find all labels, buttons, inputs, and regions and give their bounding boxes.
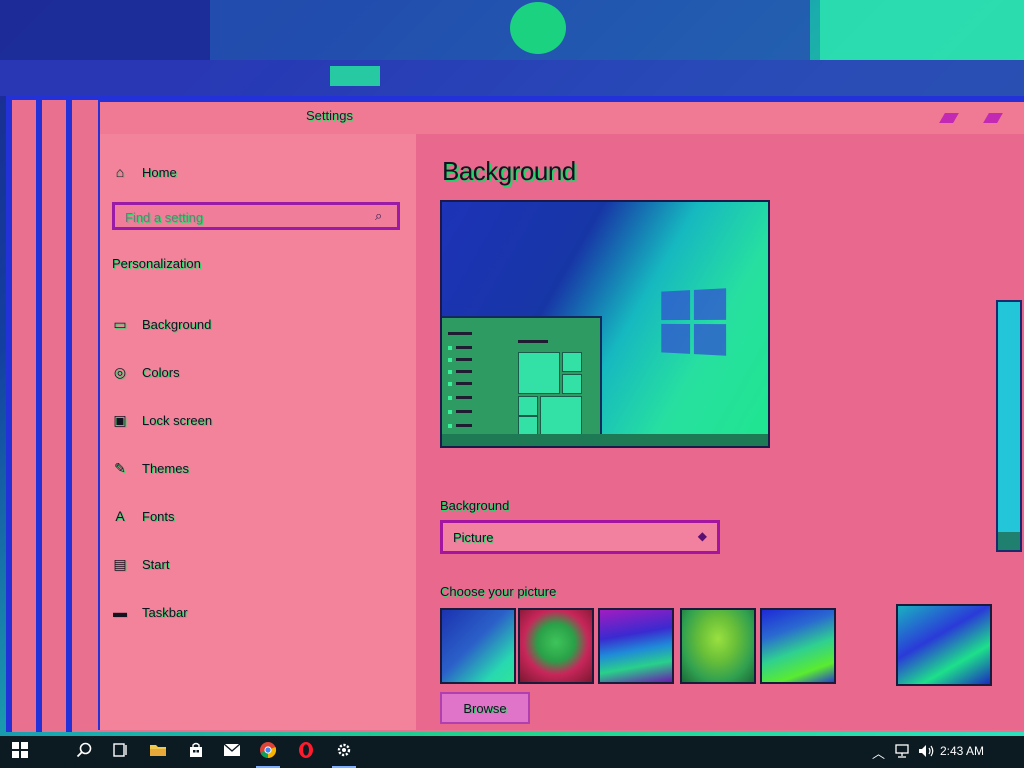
background-type-select[interactable]: Picture ◆ [440, 520, 720, 554]
sidebar-item-label: Start [142, 556, 170, 572]
sidebar-item-taskbar[interactable]: ▬ Taskbar [110, 598, 188, 626]
maximize-icon [983, 113, 1003, 123]
page-title: Background [442, 156, 576, 186]
background-type-value: Picture [453, 530, 494, 545]
search-icon[interactable]: ⌕ [375, 208, 389, 223]
picture-thumbnail[interactable] [760, 608, 836, 684]
scrollbar-thumb[interactable] [998, 532, 1020, 550]
sidebar-item-label: Home [142, 164, 177, 180]
sidebar-item-label: Lock screen [142, 412, 213, 428]
mail-button[interactable] [214, 736, 250, 768]
sidebar-item-themes[interactable]: ✎ Themes [110, 454, 189, 482]
sidebar-item-home[interactable]: ⌂ Home [110, 158, 177, 186]
taskbar-search-button[interactable] [66, 736, 102, 768]
start-button[interactable] [2, 736, 38, 768]
minimize-button[interactable] [926, 104, 972, 132]
taskbar: ︿ 2:43 AM [0, 736, 1024, 768]
section-heading: Personalization [112, 256, 201, 271]
folder-icon [149, 742, 167, 762]
volume-button[interactable] [918, 736, 936, 768]
task-view-icon [112, 742, 128, 762]
brush-icon: ✎ [114, 459, 126, 476]
picture-icon: ▭ [113, 315, 127, 332]
preview-start-menu [442, 316, 602, 438]
speaker-icon [918, 744, 936, 761]
taskbar-icon: ▬ [113, 604, 127, 620]
preview-scrollbar[interactable] [996, 300, 1022, 552]
clock[interactable]: 2:43 AM [940, 744, 984, 758]
search-box[interactable]: ⌕ [112, 202, 400, 230]
search-icon [76, 742, 92, 762]
opera-button[interactable] [288, 736, 324, 768]
sidebar: ⌂ Home ⌕ Personalization ▭ Background ◎ … [100, 134, 416, 730]
background-type-label: Background [440, 498, 510, 513]
gear-icon [336, 742, 352, 762]
maximize-button[interactable] [970, 104, 1016, 132]
sidebar-item-colors[interactable]: ◎ Colors [110, 358, 180, 386]
sidebar-item-label: Colors [142, 364, 180, 380]
store-icon [188, 742, 204, 762]
background-preview [440, 200, 770, 448]
minimize-icon [939, 113, 959, 123]
picture-thumbnail[interactable] [518, 608, 594, 684]
browse-button[interactable]: Browse [440, 692, 530, 724]
sidebar-item-label: Taskbar [142, 604, 188, 620]
chrome-button[interactable] [250, 736, 286, 768]
picture-thumbnail[interactable] [896, 604, 992, 686]
chrome-icon [259, 741, 277, 763]
picture-thumbnail[interactable] [680, 608, 756, 684]
start-icon: ▤ [113, 555, 127, 572]
task-view-button[interactable] [102, 736, 138, 768]
title-bar[interactable]: Settings [100, 102, 1024, 134]
sidebar-item-label: Themes [142, 460, 189, 476]
network-button[interactable] [894, 736, 910, 768]
sidebar-item-label: Background [142, 316, 212, 332]
opera-icon [297, 741, 315, 763]
palette-icon: ◎ [113, 363, 127, 380]
picture-thumbnail[interactable] [440, 608, 516, 684]
store-button[interactable] [178, 736, 214, 768]
sidebar-item-start[interactable]: ▤ Start [110, 550, 169, 578]
font-icon: A [115, 508, 125, 524]
mail-icon [223, 743, 241, 761]
lock-screen-icon: ▣ [113, 411, 127, 428]
sidebar-item-fonts[interactable]: A Fonts [110, 502, 175, 530]
show-hidden-icons-button[interactable]: ︿ [872, 736, 885, 768]
preview-windows-logo [661, 288, 727, 356]
home-icon: ⌂ [115, 164, 125, 180]
sidebar-item-label: Fonts [142, 508, 175, 524]
search-input[interactable] [123, 207, 367, 227]
windows-logo-icon [12, 742, 28, 762]
settings-taskbar-button[interactable] [326, 736, 362, 768]
sidebar-item-background[interactable]: ▭ Background [110, 310, 211, 338]
window-title: Settings [306, 108, 353, 123]
picture-thumbnail[interactable] [598, 608, 674, 684]
preview-taskbar [442, 434, 768, 446]
sidebar-item-lock-screen[interactable]: ▣ Lock screen [110, 406, 212, 434]
network-icon [894, 743, 910, 761]
chevron-down-icon: ◆ [697, 529, 707, 543]
choose-picture-label: Choose your picture [440, 584, 557, 599]
chevron-up-icon: ︿ [872, 745, 886, 761]
file-explorer-button[interactable] [140, 736, 176, 768]
